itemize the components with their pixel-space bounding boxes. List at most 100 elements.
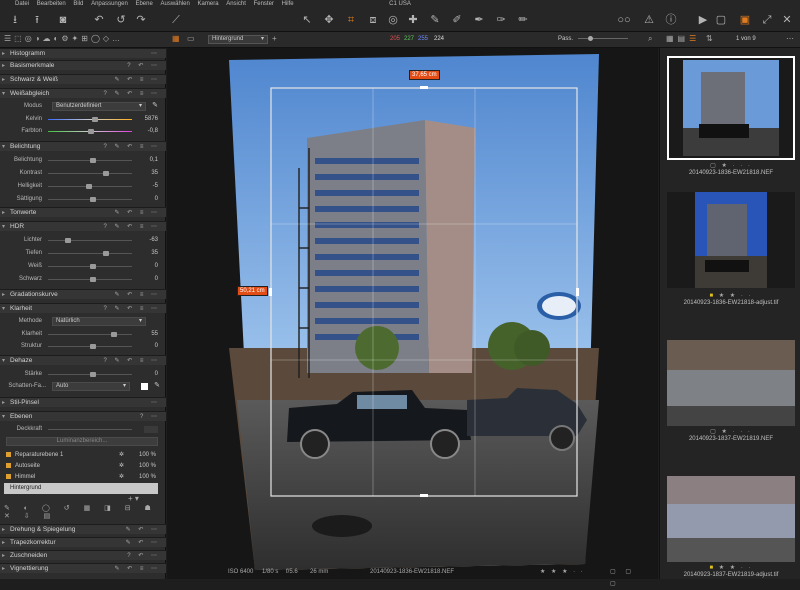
search-icon[interactable]: ⌕: [648, 34, 652, 44]
hdr-value[interactable]: 35: [151, 247, 158, 259]
slider-knob[interactable]: [111, 332, 117, 337]
hdr-value[interactable]: -63: [149, 234, 158, 246]
layer-tool-icons[interactable]: ✎ ◐ ◯ ↺ ▦ ◨ ⊟ ☗ ✕ ⇩ ▤: [4, 504, 165, 520]
exposure-value[interactable]: -5: [153, 180, 158, 192]
kelvin-value[interactable]: 5876: [145, 113, 158, 125]
browser-view-icons[interactable]: ▦▤☰: [666, 34, 700, 43]
tool-clarity[interactable]: ▾ Klarheit ? ✎ ↶ ≡ ⋯: [0, 303, 166, 313]
layer-item[interactable]: Reparaturebene 1 ✲ 100 %: [4, 450, 158, 460]
layer-select[interactable]: Hintergrund ▾: [208, 35, 268, 44]
menu-bild[interactable]: Bild: [73, 0, 83, 8]
batch-icon[interactable]: ▣: [738, 12, 752, 28]
layer-enabled-checkbox[interactable]: [6, 463, 11, 468]
menu-datei[interactable]: Datei: [15, 0, 29, 8]
thumbnail-3[interactable]: ▢ ★ · · · 20140923-1837-EW21819.NEF: [667, 340, 795, 442]
thumbnail-rating[interactable]: ▢ ★ · · ·: [667, 428, 795, 435]
copy-apply-icon[interactable]: ⟋: [168, 12, 184, 28]
layer-opacity-slider[interactable]: [48, 429, 132, 430]
glasses-icon[interactable]: ○○: [614, 12, 634, 28]
slider-knob[interactable]: [102, 171, 109, 176]
eyedropper-icon[interactable]: ✎: [154, 380, 160, 392]
eraser-tool-icon[interactable]: ✐: [450, 12, 464, 28]
tool-levels[interactable]: ▸ Tonwerte ✎ ↶ ≡ ⋯: [0, 207, 166, 217]
layer-enabled-checkbox[interactable]: [6, 452, 11, 457]
tool-style-brush[interactable]: ▸ Stil-Pinsel ⋯: [0, 397, 166, 407]
tool-white-balance[interactable]: ▾ Weißabgleich ? ✎ ↶ ≡ ⋯: [0, 88, 166, 98]
dehaze-strength-slider[interactable]: [48, 372, 132, 377]
zoom-slider[interactable]: [578, 36, 628, 41]
tool-exposure[interactable]: ▾ Belichtung ? ✎ ↶ ≡ ⋯: [0, 141, 166, 151]
slider-knob[interactable]: [102, 251, 109, 256]
tool-actions-icons[interactable]: ? ↶ ⋯: [127, 551, 160, 561]
camera-icon[interactable]: ◙: [56, 12, 70, 28]
slider-knob[interactable]: [85, 184, 92, 189]
tool-actions-icons[interactable]: ? ↶ ⋯: [127, 61, 160, 71]
hdr-slider[interactable]: [48, 264, 132, 269]
warning-icon[interactable]: ⚠: [642, 12, 656, 28]
tint-value[interactable]: -0,8: [148, 125, 158, 137]
tool-actions-icons[interactable]: ✎ ↶ ⋯: [126, 525, 160, 535]
tool-actions-icons[interactable]: ? ✎ ↶ ≡ ⋯: [103, 222, 160, 232]
menu-bearbeiten[interactable]: Bearbeiten: [37, 0, 66, 8]
menu-ebene[interactable]: Ebene: [135, 0, 152, 8]
grid-view-icon[interactable]: ▦: [172, 34, 180, 43]
picker-tool-icon[interactable]: ✑: [494, 12, 508, 28]
slideshow-icon[interactable]: ▶: [696, 12, 710, 28]
tool-tab-icons[interactable]: ☰⬚◎◑☁◐⚙✦⊞◯◇…: [4, 34, 123, 43]
tool-crop[interactable]: ▸ Zuschneiden ? ↶ ⋯: [0, 550, 166, 560]
tool-actions-icons[interactable]: ? ✎ ↶ ≡ ⋯: [103, 304, 160, 314]
luminance-range-button[interactable]: Luminanzbereich...: [6, 437, 158, 446]
heal-tool-icon[interactable]: ✚: [406, 12, 420, 28]
wb-picker-icon[interactable]: ✏: [516, 12, 530, 28]
tool-vignette[interactable]: ▸ Vignettierung ✎ ↶ ≡ ⋯: [0, 563, 166, 573]
add-layer-button[interactable]: + ▾: [128, 494, 139, 503]
layer-enabled-checkbox[interactable]: [6, 474, 11, 479]
tool-bw[interactable]: ▸ Schwarz & Weiß ✎ ↶ ≡ ⋯: [0, 74, 166, 84]
sort-icon[interactable]: ⇅: [706, 34, 713, 43]
tool-layers[interactable]: ▾ Ebenen ? ⋯: [0, 411, 166, 421]
tool-actions-icons[interactable]: ✎ ↶ ≡ ⋯: [114, 208, 160, 218]
slider-knob[interactable]: [90, 277, 96, 282]
zoom-fit-label[interactable]: Pass.: [558, 36, 573, 42]
tool-curve[interactable]: ▸ Gradationskurve ✎ ↶ ≡ ⋯: [0, 289, 166, 299]
slider-knob[interactable]: [91, 117, 98, 122]
exposure-slider[interactable]: [48, 184, 132, 189]
export-icon[interactable]: ⭱: [30, 12, 44, 28]
tool-actions-icons[interactable]: ✎ ↶ ≡ ⋯: [114, 290, 160, 300]
crop-tool-icon[interactable]: ⌗: [344, 12, 358, 28]
menu-anpassungen[interactable]: Anpassungen: [91, 0, 128, 8]
hdr-slider[interactable]: [48, 251, 132, 256]
clarity-value[interactable]: 55: [151, 328, 158, 340]
layer-mask-icon[interactable]: ✲: [119, 450, 124, 460]
tool-rotation[interactable]: ▸ Drehung & Spiegelung ✎ ↶ ⋯: [0, 524, 166, 534]
thumbnail-2[interactable]: ■ ★ ★ · · 20140923-1836-EW21818-adjust.t…: [667, 192, 795, 306]
keystone-tool-icon[interactable]: ⧈: [366, 12, 380, 28]
exposure-value[interactable]: 0,1: [150, 154, 158, 166]
spot-tool-icon[interactable]: ◎: [386, 12, 400, 28]
clarity-value[interactable]: 0: [155, 340, 158, 352]
clarity-slider[interactable]: [48, 332, 132, 337]
pan-tool-icon[interactable]: ✥: [322, 12, 336, 28]
dehaze-strength-value[interactable]: 0: [155, 368, 158, 380]
tool-actions-icons[interactable]: ? ✎ ↶ ≡ ⋯: [103, 142, 160, 152]
thumbnail-rating[interactable]: ▢ ★ · · ·: [667, 162, 795, 169]
exposure-value[interactable]: 35: [151, 167, 158, 179]
slider-knob[interactable]: [90, 264, 96, 269]
clarity-method-select[interactable]: Natürlich ▾: [52, 317, 146, 326]
tool-menu-icon[interactable]: ⋯: [151, 49, 160, 59]
slider-knob[interactable]: [90, 372, 96, 377]
menu-fenster[interactable]: Fenster: [254, 0, 274, 8]
thumbnail-rating[interactable]: ■ ★ ★ · ·: [667, 564, 795, 571]
slider-knob[interactable]: [90, 197, 96, 202]
menu-hilfe[interactable]: Hilfe: [282, 0, 294, 8]
gradient-tool-icon[interactable]: ✒: [472, 12, 486, 28]
tool-histogram[interactable]: ▸ Histogramm ⋯: [0, 48, 166, 58]
layer-item[interactable]: Autoseite ✲ 100 %: [4, 461, 158, 471]
undo-icon[interactable]: ↶: [92, 12, 106, 28]
layer-background[interactable]: Hintergrund: [4, 483, 158, 494]
import-icon[interactable]: ⭳: [8, 12, 22, 28]
menu-auswaehlen[interactable]: Auswählen: [160, 0, 189, 8]
slider-knob[interactable]: [64, 238, 71, 243]
slider-knob[interactable]: [88, 129, 95, 134]
tint-slider[interactable]: [48, 129, 132, 134]
